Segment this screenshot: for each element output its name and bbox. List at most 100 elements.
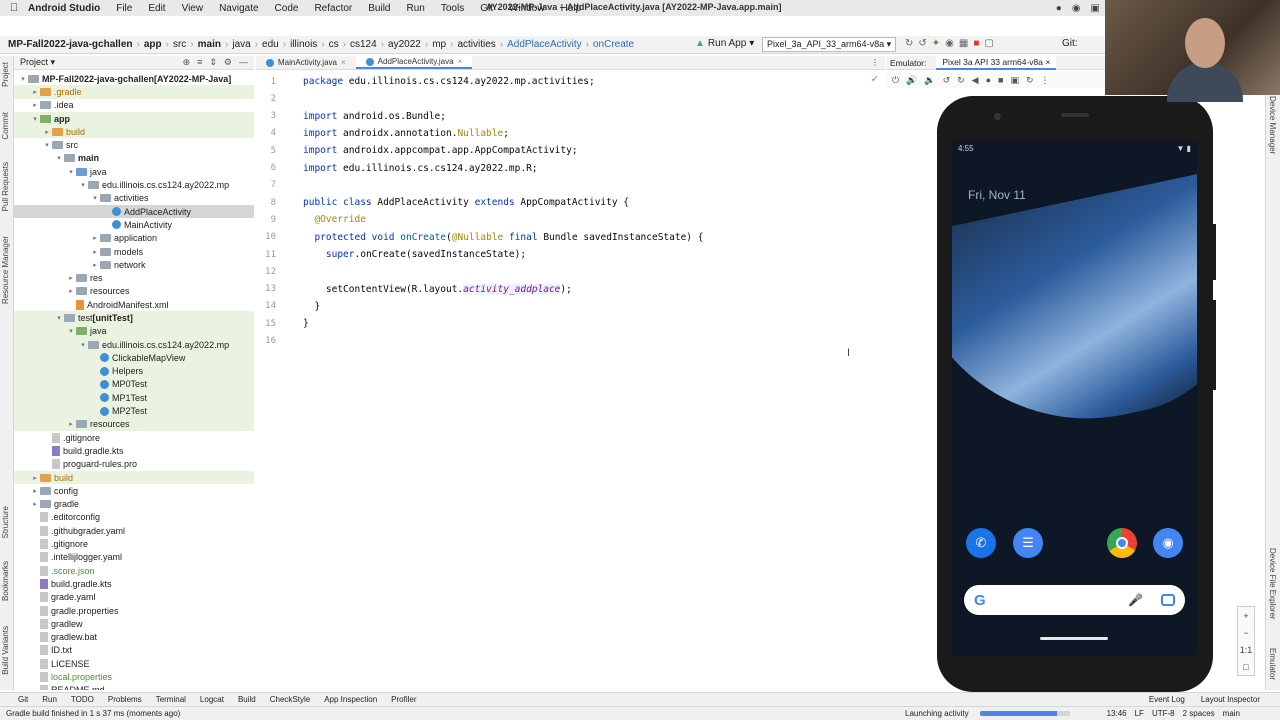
menu-tools[interactable]: Tools bbox=[441, 3, 464, 14]
menu-build[interactable]: Build bbox=[368, 3, 390, 14]
code-line[interactable]: 5 import androidx.appcompat.app.AppCompat… bbox=[256, 142, 885, 159]
tree-item[interactable]: MP0Test bbox=[14, 377, 254, 392]
menu-file[interactable]: File bbox=[116, 3, 132, 14]
tree-item[interactable]: ▸ application bbox=[14, 232, 254, 245]
breadcrumb-item[interactable]: cs124 bbox=[350, 39, 377, 50]
tool-tab-git[interactable]: Git bbox=[18, 695, 28, 704]
tree-item[interactable]: ▾ app bbox=[14, 111, 254, 126]
code-line[interactable]: 12 bbox=[256, 263, 885, 280]
tree-item[interactable]: ▸ resources bbox=[14, 417, 254, 432]
gesture-nav-pill[interactable] bbox=[1040, 637, 1108, 640]
locate-icon[interactable]: ⊕ bbox=[183, 57, 191, 68]
volume-down-icon[interactable]: 🔉 bbox=[924, 75, 935, 86]
menu-refactor[interactable]: Refactor bbox=[314, 3, 352, 14]
tree-item[interactable]: grade.yaml bbox=[14, 591, 254, 604]
tree-item[interactable]: local.properties bbox=[14, 670, 254, 683]
expand-all-icon[interactable]: ⇕ bbox=[209, 57, 217, 68]
close-icon[interactable]: × bbox=[458, 57, 463, 66]
tree-item[interactable]: ▾ java bbox=[14, 165, 254, 178]
emulator-device-tab[interactable]: Pixel 3a API 33 arm64-v8a × bbox=[936, 55, 1057, 70]
tree-item[interactable]: ▸ models bbox=[14, 245, 254, 258]
rotate-left-icon[interactable]: ↺ bbox=[943, 75, 951, 86]
chrome-app-icon[interactable] bbox=[1107, 528, 1137, 558]
project-view-selector[interactable]: Project ▾ bbox=[20, 57, 55, 68]
code-line[interactable]: 1 package edu.illinois.cs.cs124.ay2022.mp… bbox=[256, 73, 885, 90]
tree-item[interactable]: ▾ activities bbox=[14, 192, 254, 205]
breadcrumb-item[interactable]: app bbox=[144, 39, 162, 50]
code-line[interactable]: 2 bbox=[256, 90, 885, 107]
home-icon[interactable]: ● bbox=[986, 75, 991, 85]
tree-item[interactable]: LICENSE bbox=[14, 657, 254, 670]
apply-changes-icon[interactable]: ↺ bbox=[918, 38, 926, 49]
tree-item[interactable]: MP1Test bbox=[14, 391, 254, 405]
zoom-actual-size[interactable]: 1:1 bbox=[1240, 645, 1253, 655]
snapshot-icon[interactable]: ↻ bbox=[1026, 75, 1034, 86]
code-line[interactable]: 8 public class AddPlaceActivity extends A… bbox=[256, 194, 885, 211]
tree-item[interactable]: gradlew bbox=[14, 617, 254, 630]
chevron-down-icon[interactable]: ▾ bbox=[66, 168, 76, 176]
chevron-down-icon[interactable]: ▾ bbox=[54, 154, 64, 162]
tree-item[interactable]: MP2Test bbox=[14, 404, 254, 418]
stop-icon[interactable]: ■ bbox=[973, 38, 979, 49]
breadcrumb-item[interactable]: mp bbox=[432, 39, 446, 50]
overview-icon[interactable]: ■ bbox=[998, 75, 1003, 85]
tree-item[interactable]: AddPlaceActivity bbox=[14, 204, 254, 219]
chevron-down-icon[interactable]: ▾ bbox=[54, 314, 64, 322]
chevron-right-icon[interactable]: ▸ bbox=[30, 487, 40, 495]
zoom-in-icon[interactable]: + bbox=[1243, 611, 1248, 621]
tree-item[interactable]: ▸ config bbox=[14, 484, 254, 497]
tree-item[interactable]: ▸ build bbox=[14, 470, 254, 485]
messages-app-icon[interactable]: ☰ bbox=[1013, 528, 1043, 558]
collapse-all-icon[interactable]: ≡ bbox=[197, 57, 202, 68]
tree-item[interactable]: ClickableMapView bbox=[14, 351, 254, 365]
tool-tab-layout-inspector[interactable]: Layout Inspector bbox=[1201, 695, 1260, 704]
tree-item[interactable]: ▸ .gradle bbox=[14, 85, 254, 99]
debug-icon[interactable]: ✦ bbox=[932, 38, 940, 49]
caret-position[interactable]: 13:46 bbox=[1107, 709, 1127, 718]
git-label[interactable]: Git: bbox=[1062, 38, 1078, 49]
chevron-right-icon[interactable]: ▸ bbox=[90, 234, 100, 242]
git-branch[interactable]: main bbox=[1223, 709, 1240, 718]
screenshot-icon[interactable]: ▣ bbox=[1010, 75, 1019, 86]
breadcrumb-item[interactable]: java bbox=[232, 39, 250, 50]
device-select[interactable]: Pixel_3a_API_33_arm64-v8a ▾ bbox=[762, 37, 897, 52]
chevron-down-icon[interactable]: ▾ bbox=[78, 181, 88, 189]
tool-tab-resource-manager[interactable]: Resource Manager bbox=[1, 236, 10, 304]
tool-tab-build[interactable]: Build bbox=[238, 695, 256, 704]
chevron-down-icon[interactable]: ▾ bbox=[42, 141, 52, 149]
tree-item[interactable]: .editorconfig bbox=[14, 511, 254, 524]
tool-tab-build-variants[interactable]: Build Variants bbox=[1, 626, 10, 675]
code-line[interactable]: 14 } bbox=[256, 298, 885, 315]
code-line[interactable]: 16 bbox=[256, 333, 885, 350]
breadcrumb-item[interactable]: main bbox=[198, 39, 221, 50]
tree-item[interactable]: ▸ network bbox=[14, 258, 254, 271]
tree-item[interactable]: .score.json bbox=[14, 564, 254, 577]
tool-tab-pull-requests[interactable]: Pull Requests bbox=[1, 162, 10, 211]
code-line[interactable]: 7 bbox=[256, 177, 885, 194]
menu-code[interactable]: Code bbox=[275, 3, 299, 14]
camera-app-icon[interactable]: ◉ bbox=[1153, 528, 1183, 558]
breadcrumb-item[interactable]: ay2022 bbox=[388, 39, 421, 50]
tree-item[interactable]: .gitignore bbox=[14, 431, 254, 444]
tool-tab-checkstyle[interactable]: CheckStyle bbox=[270, 695, 310, 704]
tree-item[interactable]: ▸ res bbox=[14, 271, 254, 284]
tree-item[interactable]: .intellijlogger.yaml bbox=[14, 551, 254, 564]
more-tabs-icon[interactable]: ⋮ bbox=[871, 58, 879, 67]
file-encoding[interactable]: UTF-8 bbox=[1152, 709, 1175, 718]
tree-item[interactable]: .githubgrader.yaml bbox=[14, 524, 254, 537]
breadcrumb-item[interactable]: activities bbox=[457, 39, 495, 50]
chevron-right-icon[interactable]: ▸ bbox=[90, 261, 100, 269]
tool-tab-app-inspection[interactable]: App Inspection bbox=[324, 695, 377, 704]
tray-icon[interactable]: ◉ bbox=[1072, 3, 1081, 14]
tool-tab-emulator[interactable]: Emulator bbox=[1268, 648, 1277, 680]
indent-setting[interactable]: 2 spaces bbox=[1183, 709, 1215, 718]
zoom-fit-icon[interactable]: □ bbox=[1243, 662, 1248, 672]
tree-item[interactable]: ▸ .idea bbox=[14, 99, 254, 112]
code-line[interactable]: 15} bbox=[256, 315, 885, 332]
tool-tab-device-file-explorer[interactable]: Device File Explorer bbox=[1268, 548, 1277, 620]
mic-icon[interactable]: 🎤 bbox=[1128, 593, 1143, 607]
phone-app-icon[interactable]: ✆ bbox=[966, 528, 996, 558]
tab-main-activity[interactable]: MainActivity.java × bbox=[256, 56, 356, 69]
apple-icon[interactable]:  bbox=[0, 2, 28, 14]
zoom-out-icon[interactable]: − bbox=[1243, 628, 1248, 638]
